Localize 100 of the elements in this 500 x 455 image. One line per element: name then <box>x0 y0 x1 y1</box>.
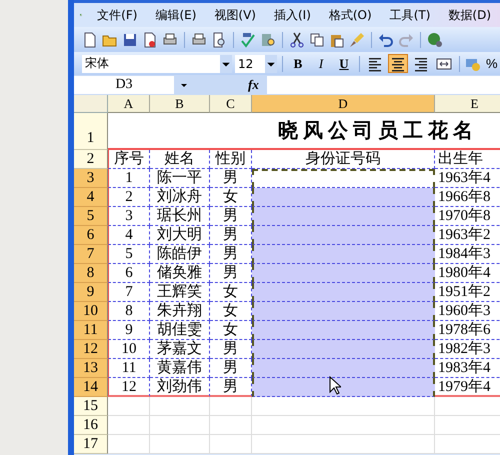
save-icon[interactable] <box>122 32 138 48</box>
column-header[interactable]: C <box>210 95 252 113</box>
selected-cell[interactable] <box>252 321 435 340</box>
italic-button[interactable]: I <box>311 54 331 73</box>
table-cell: 12 <box>108 378 150 397</box>
table-cell: 1966年8 <box>435 188 500 207</box>
research-icon[interactable] <box>260 32 276 48</box>
table-cell: 陈一平 <box>150 169 210 188</box>
cut-icon[interactable] <box>289 32 305 48</box>
formula-input[interactable] <box>266 76 500 94</box>
menu-item[interactable]: 插入(I) <box>264 6 320 24</box>
row-header[interactable]: 4 <box>74 188 108 207</box>
table-cell: 1963年2 <box>435 226 500 245</box>
menu-item[interactable]: 格式(O) <box>320 6 381 24</box>
column-header[interactable]: E <box>435 95 500 113</box>
table-cell: 刘劲伟 <box>150 378 210 397</box>
table-header-cell: 性别 <box>210 150 252 169</box>
row-header[interactable]: 16 <box>74 416 108 435</box>
column-header[interactable]: A <box>108 95 150 113</box>
selected-cell[interactable] <box>252 378 435 397</box>
menu-item[interactable]: 视图(V) <box>205 6 265 24</box>
table-cell: 胡佳雯 <box>150 321 210 340</box>
table-cell: 茅嘉文 <box>150 340 210 359</box>
table-cell: 1984年3 <box>435 245 500 264</box>
table-cell: 2 <box>108 188 150 207</box>
table-cell: 4 <box>108 226 150 245</box>
column-header[interactable]: B <box>150 95 210 113</box>
table-cell: 1960年3 <box>435 302 500 321</box>
percent-button[interactable]: % <box>484 56 500 71</box>
active-cell[interactable] <box>252 169 435 188</box>
table-cell: 琚长州 <box>150 207 210 226</box>
font-name-field[interactable]: 宋体 <box>82 55 109 72</box>
format-painter-icon[interactable] <box>349 32 365 48</box>
row-header[interactable]: 7 <box>74 245 108 264</box>
undo-icon[interactable] <box>378 32 394 48</box>
selected-cell[interactable] <box>252 245 435 264</box>
row-header[interactable]: 8 <box>74 264 108 283</box>
table-cell: 1980年4 <box>435 264 500 283</box>
print-preview-icon[interactable] <box>211 32 227 48</box>
menu-item[interactable]: 工具(T) <box>380 6 440 24</box>
table-cell: 7 <box>108 283 150 302</box>
sheet-title: 晓风公司员工花名 <box>108 113 500 150</box>
empty-cell <box>210 397 252 416</box>
row-header[interactable]: 15 <box>74 397 108 416</box>
table-cell: 10 <box>108 340 150 359</box>
dropdown-icon[interactable] <box>220 54 232 72</box>
table-cell: 1 <box>108 169 150 188</box>
row-header[interactable]: 6 <box>74 226 108 245</box>
row-header[interactable]: 17 <box>74 435 108 454</box>
printer-icon[interactable] <box>191 32 207 48</box>
new-document-icon[interactable] <box>82 32 98 48</box>
selected-cell[interactable] <box>252 283 435 302</box>
row-header[interactable]: 12 <box>74 340 108 359</box>
row-header[interactable]: 11 <box>74 321 108 340</box>
table-cell: 储奂雅 <box>150 264 210 283</box>
column-header[interactable]: D <box>252 95 435 113</box>
row-header[interactable]: 5 <box>74 207 108 226</box>
spell-check-icon[interactable] <box>240 32 256 48</box>
table-cell: 1983年4 <box>435 359 500 378</box>
table-cell: 11 <box>108 359 150 378</box>
selected-cell[interactable] <box>252 207 435 226</box>
selected-cell[interactable] <box>252 302 435 321</box>
dropdown-icon[interactable] <box>265 54 277 72</box>
menu-item[interactable]: 文件(F) <box>88 6 146 24</box>
function-button[interactable]: fx <box>248 77 259 93</box>
table-cell: 1963年4 <box>435 169 500 188</box>
row-header[interactable]: 10 <box>74 302 108 321</box>
table-header-cell: 序号 <box>108 150 150 169</box>
selected-cell[interactable] <box>252 226 435 245</box>
print-icon[interactable] <box>162 32 178 48</box>
table-header-cell: 出生年 <box>435 150 500 169</box>
selected-cell[interactable] <box>252 340 435 359</box>
selected-cell[interactable] <box>252 188 435 207</box>
row-header[interactable]: 3 <box>74 169 108 188</box>
table-cell: 朱卉翔 <box>150 302 210 321</box>
table-cell: 刘冰舟 <box>150 188 210 207</box>
row-header[interactable]: 9 <box>74 283 108 302</box>
empty-cell <box>210 435 252 454</box>
table-cell: 1951年2 <box>435 283 500 302</box>
globe-icon[interactable] <box>427 32 443 48</box>
selected-cell[interactable] <box>252 264 435 283</box>
copy-icon[interactable] <box>309 32 325 48</box>
menu-item[interactable]: 编辑(E) <box>146 6 206 24</box>
row-header[interactable]: 13 <box>74 359 108 378</box>
row-header[interactable]: 1 <box>74 113 108 150</box>
menu-item[interactable]: 数据(D) <box>439 6 500 24</box>
name-box[interactable]: D3 <box>74 76 174 94</box>
bold-button[interactable]: B <box>288 54 308 73</box>
table-cell: 1979年4 <box>435 378 500 397</box>
permission-icon[interactable] <box>142 32 158 48</box>
align-center-button[interactable] <box>388 54 408 73</box>
row-header[interactable]: 14 <box>74 378 108 397</box>
selected-cell[interactable] <box>252 359 435 378</box>
underline-button[interactable]: U <box>334 54 354 73</box>
empty-cell <box>150 435 210 454</box>
table-header-cell: 姓名 <box>150 150 210 169</box>
table-cell: 刘大明 <box>150 226 210 245</box>
row-header[interactable]: 2 <box>74 150 108 169</box>
dropdown-icon[interactable] <box>180 81 188 89</box>
table-cell: 黄嘉伟 <box>150 359 210 378</box>
